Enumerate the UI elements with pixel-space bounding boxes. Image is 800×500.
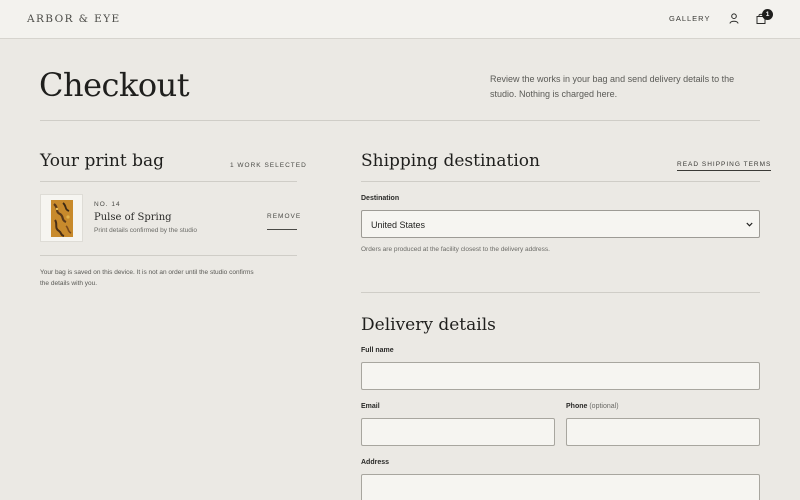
email-label: Email [361, 403, 380, 410]
shipping-terms-link[interactable]: READ SHIPPING TERMS [677, 161, 772, 171]
delivery-divider [361, 292, 760, 293]
address-label: Address [361, 459, 390, 466]
destination-note: Orders are produced at the facility clos… [361, 246, 550, 253]
phone-optional-text: (optional) [589, 403, 619, 410]
phone-label-text: Phone [566, 403, 588, 410]
delivery-title: Delivery details [361, 315, 496, 335]
item-subtitle: Print details confirmed by the studio [94, 227, 197, 234]
bag-count-label: 1 WORK SELECTED [230, 162, 307, 169]
item-divider [40, 255, 297, 256]
bag-title: Your print bag [40, 151, 164, 171]
user-icon[interactable] [729, 13, 739, 24]
item-number: NO. 14 [94, 201, 121, 208]
remove-button[interactable]: REMOVE [267, 213, 300, 230]
brand-logo[interactable]: ARBOR & EYE [27, 13, 121, 25]
nav-gallery-link[interactable]: GALLERY [669, 14, 710, 23]
destination-value: United States [371, 220, 426, 230]
phone-field[interactable] [566, 418, 760, 446]
phone-label: Phone (optional) [566, 403, 619, 410]
email-field[interactable] [361, 418, 555, 446]
item-title[interactable]: Pulse of Spring [94, 212, 172, 223]
artwork-thumbnail[interactable] [40, 194, 83, 242]
page-intro: Review the works in your bag and send de… [490, 74, 735, 99]
address-field[interactable] [361, 474, 760, 500]
full-name-label: Full name [361, 347, 394, 354]
destination-select[interactable]: United States [361, 210, 760, 238]
page-title: Checkout [39, 66, 190, 104]
chevron-down-icon [746, 222, 753, 227]
bag-count-badge: 1 [762, 9, 773, 20]
full-name-field[interactable] [361, 362, 760, 390]
shipping-divider [361, 181, 760, 182]
bag-divider [40, 181, 297, 182]
shipping-title: Shipping destination [361, 151, 540, 171]
bag-note: Your bag is saved on this device. It is … [40, 269, 254, 287]
destination-label: Destination [361, 195, 400, 202]
top-bar: ARBOR & EYE GALLERY 1 [0, 0, 800, 39]
artwork-image [51, 200, 73, 237]
heading-divider [40, 120, 760, 121]
